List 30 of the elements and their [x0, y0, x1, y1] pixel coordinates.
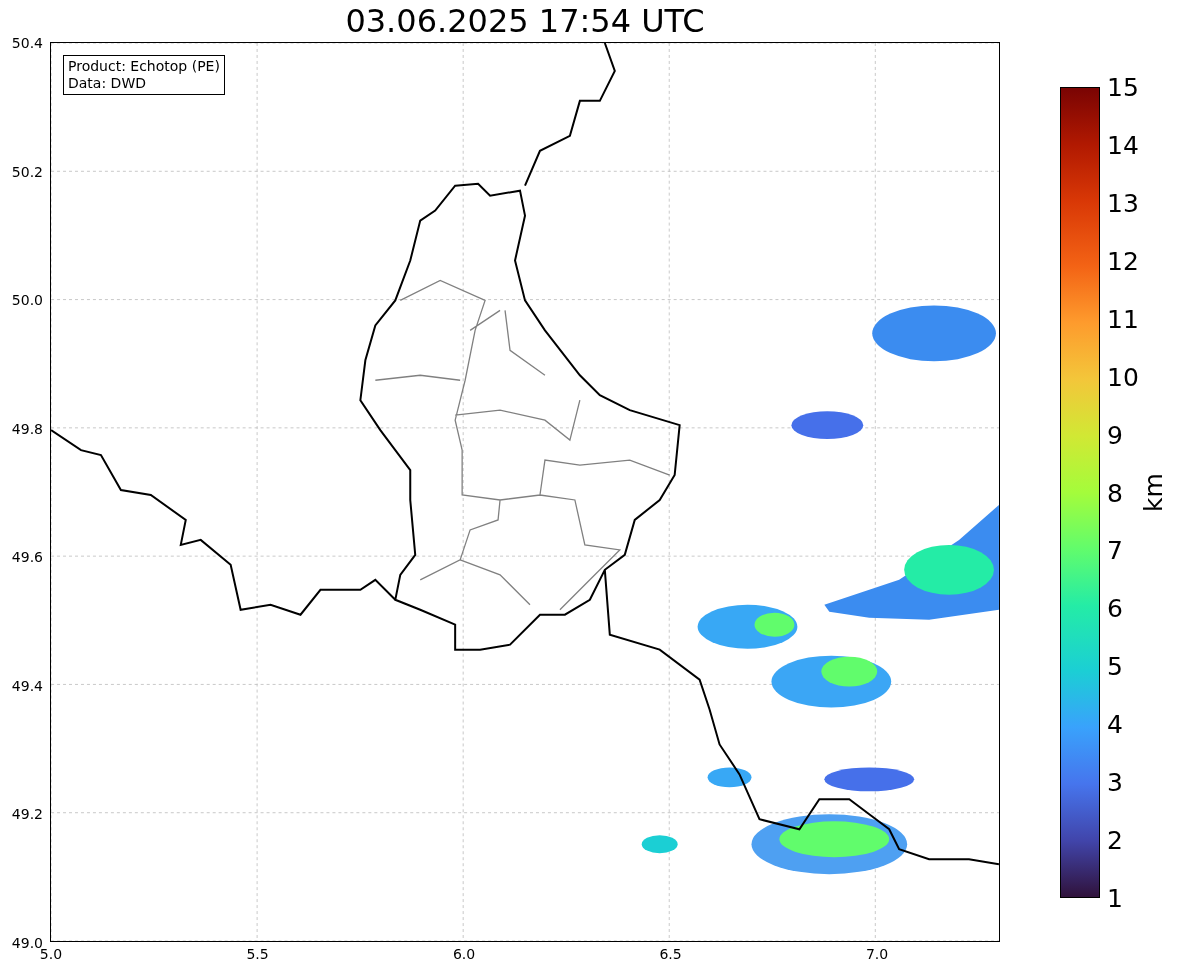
colorbar-tick-label: 2 — [1107, 825, 1123, 855]
colorbar-tick-label: 5 — [1107, 651, 1123, 681]
y-tick-label: 49.6 — [11, 549, 43, 566]
colorbar-tick-label: 3 — [1107, 767, 1123, 797]
colorbar-tick-label: 13 — [1107, 188, 1139, 218]
y-tick-label: 49.2 — [11, 806, 43, 823]
y-tick-label: 49.8 — [11, 420, 43, 437]
info-text: Product: Echotop (PE) — [68, 58, 220, 75]
x-tick-label: 6.5 — [659, 946, 682, 962]
x-tick-label: 6.0 — [452, 946, 476, 962]
x-tick-label: 5.5 — [246, 946, 269, 962]
colorbar-tick-label: 4 — [1107, 709, 1123, 739]
y-tick-label: 50.4 — [11, 35, 43, 51]
colorbar-tick-label: 6 — [1107, 593, 1123, 623]
colorbar-tick-label: 11 — [1107, 304, 1139, 334]
colorbar-tick-label: 12 — [1107, 246, 1139, 276]
colorbar-label: km — [1138, 473, 1168, 512]
y-tick-label: 50.2 — [11, 163, 43, 180]
x-tick-label: 7.0 — [865, 946, 889, 962]
y-tick-label: 50.0 — [11, 292, 43, 309]
colorbar-tick-label: 15 — [1107, 72, 1139, 102]
colorbar-tick-label: 7 — [1107, 535, 1123, 565]
y-tick-label: 49.4 — [11, 677, 43, 694]
colorbar-tick-label: 8 — [1107, 478, 1123, 507]
colorbar-tick-label: 14 — [1107, 130, 1139, 160]
colorbar-tick-label: 1 — [1107, 883, 1123, 913]
colorbar-tick-label: 9 — [1107, 420, 1123, 450]
info-text: Data: DWD — [68, 75, 147, 92]
chart-title: 03.06.2025 17:54 UTC — [344, 1, 706, 42]
colorbar-tick-label: 10 — [1107, 362, 1139, 392]
